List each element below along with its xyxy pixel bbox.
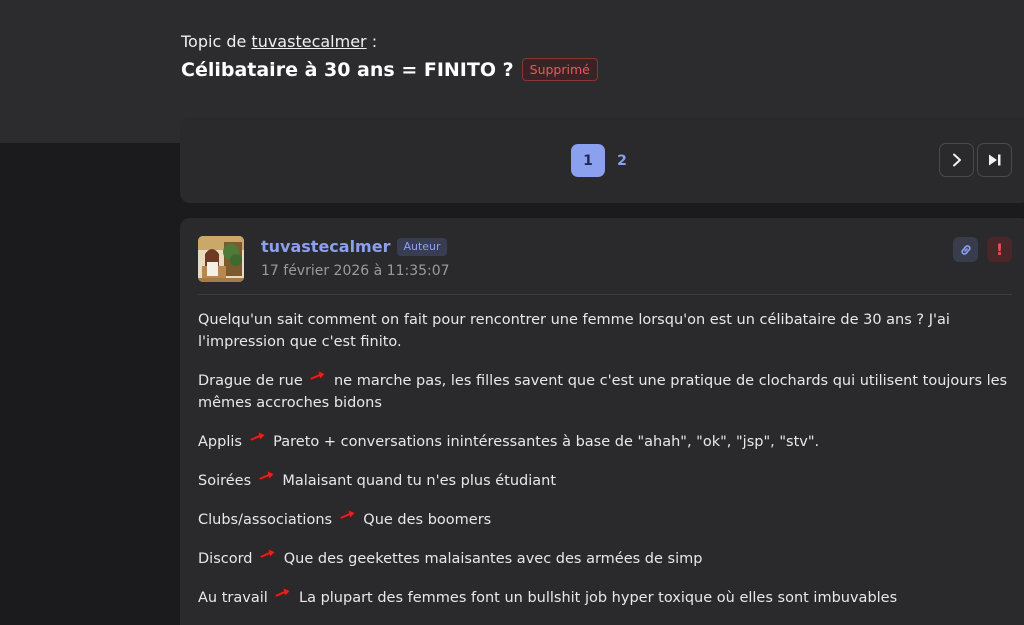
post-divider	[198, 294, 1012, 295]
page-button-1[interactable]: 1	[571, 144, 605, 177]
paragraph-text: La plupart des femmes font un bullshit j…	[299, 590, 898, 606]
link-icon	[960, 244, 971, 255]
topic-author-line: Topic de tuvastecalmer :	[181, 32, 377, 51]
paragraph-text: Pareto + conversations inintéressantes à…	[273, 434, 820, 450]
skip-to-last-icon	[988, 154, 1000, 166]
chevron-right-icon	[952, 153, 961, 167]
topic-suffix: :	[366, 32, 378, 51]
avatar-image	[198, 236, 244, 282]
red-arrow-icon	[274, 587, 291, 598]
topic-prefix: Topic de	[181, 32, 247, 51]
title-row: Célibataire à 30 ans = FINITO ? Supprimé	[181, 58, 598, 81]
paragraph-label: Soirées	[198, 473, 252, 489]
post-paragraph: Soirées Malaisant quand tu n'es plus étu…	[198, 470, 1018, 492]
page-button-2[interactable]: 2	[605, 144, 639, 177]
red-arrow-icon	[258, 470, 275, 481]
paragraph-text: Malaisant quand tu n'es plus étudiant	[282, 473, 557, 489]
post-paragraph: Drague de rue ne marche pas, les filles …	[198, 370, 1018, 414]
red-arrow-icon	[309, 370, 326, 381]
post-paragraph: Au travail La plupart des femmes font un…	[198, 587, 1018, 609]
red-arrow-icon	[259, 548, 276, 559]
post-paragraph: Quelqu'un sait comment on fait pour renc…	[198, 309, 1018, 353]
post-paragraph: Clubs/associations Que des boomers	[198, 509, 1018, 531]
post-body: Quelqu'un sait comment on fait pour renc…	[198, 309, 1018, 625]
post-paragraph: Discord Que des geekettes malaisantes av…	[198, 548, 1018, 570]
paragraph-label: Au travail	[198, 590, 268, 606]
next-page-button[interactable]	[939, 143, 974, 177]
post-paragraph: Applis Pareto + conversations inintéress…	[198, 431, 1018, 453]
post-card: tuvastecalmer Auteur 17 février 2026 à 1…	[180, 218, 1024, 625]
report-button[interactable]: !	[987, 237, 1012, 262]
paragraph-text: Que des geekettes malaisantes avec des a…	[283, 551, 703, 567]
topic-author-link[interactable]: tuvastecalmer	[251, 32, 366, 51]
paragraph-text: Quelqu'un sait comment on fait pour renc…	[198, 312, 950, 350]
paragraph-label: Clubs/associations	[198, 512, 333, 528]
author-name[interactable]: tuvastecalmer	[261, 237, 390, 256]
last-page-button[interactable]	[977, 143, 1012, 177]
author-row: tuvastecalmer Auteur	[261, 237, 447, 256]
post-date: 17 février 2026 à 11:35:07	[261, 263, 450, 279]
paragraph-label: Applis	[198, 434, 242, 450]
report-icon: !	[995, 240, 1004, 259]
red-arrow-icon	[339, 509, 356, 520]
pagination-bar: 1 2	[180, 117, 1024, 203]
paragraph-text: Que des boomers	[363, 512, 492, 528]
red-arrow-icon	[249, 431, 266, 442]
paragraph-label: Drague de rue	[198, 373, 303, 389]
avatar[interactable]	[198, 236, 244, 282]
page-title: Célibataire à 30 ans = FINITO ?	[181, 58, 514, 81]
author-badge: Auteur	[397, 237, 447, 256]
paragraph-label: Discord	[198, 551, 253, 567]
status-badge: Supprimé	[521, 58, 598, 81]
permalink-button[interactable]	[953, 237, 978, 262]
